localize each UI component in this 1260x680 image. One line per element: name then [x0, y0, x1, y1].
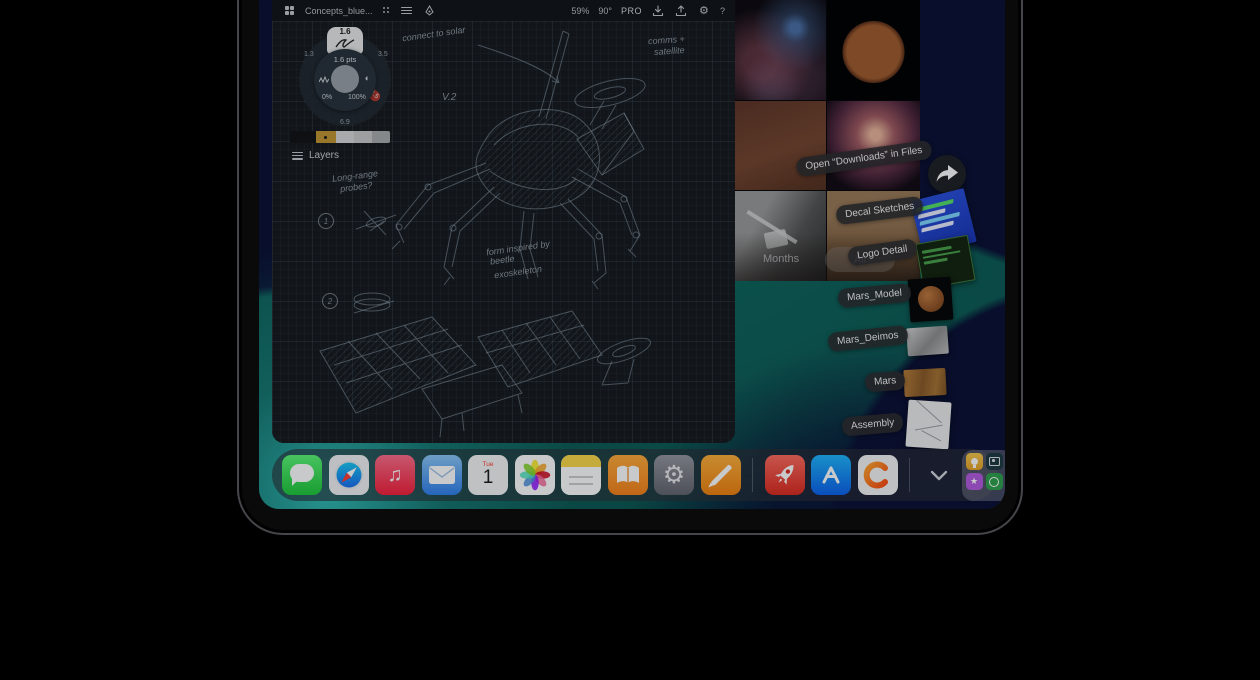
- dock-divider: [752, 458, 753, 492]
- dock-app-music[interactable]: ♫: [375, 455, 415, 495]
- calendar-day: 1: [468, 468, 508, 487]
- dock-app-safari[interactable]: [329, 455, 369, 495]
- dock-app-appstore[interactable]: [811, 455, 851, 495]
- lightbulb-icon: [971, 458, 978, 465]
- page-background: Concepts_blue... 59% 90° PRO: [0, 0, 1260, 680]
- dock-app-calendar[interactable]: Tue 1: [468, 455, 508, 495]
- photos-flower-icon: [519, 459, 551, 491]
- mini-app-clock[interactable]: [986, 473, 1003, 490]
- rocket-icon: [765, 455, 805, 495]
- drag-label-mars-model[interactable]: Mars_Model: [837, 283, 911, 308]
- share-arrow-icon: [936, 165, 958, 183]
- dock-collapse-chevron[interactable]: [922, 455, 956, 495]
- drag-and-drop-layer: Open “Downloads” in Files Decal Sketches…: [259, 0, 1005, 509]
- mini-app-tips[interactable]: [966, 453, 983, 470]
- drag-label-mars[interactable]: Mars: [864, 371, 905, 393]
- envelope-flap: [429, 466, 455, 484]
- music-note-icon: ♫: [388, 464, 403, 487]
- drag-label-mars-deimos[interactable]: Mars_Deimos: [827, 325, 908, 352]
- drag-thumb-assembly[interactable]: [905, 400, 951, 450]
- dock-app-mail[interactable]: [422, 455, 462, 495]
- dock-app-photos[interactable]: [515, 455, 555, 495]
- mini-app-camera[interactable]: [986, 453, 1003, 470]
- dock-app-pages[interactable]: [701, 455, 741, 495]
- app-library-stack[interactable]: ★: [962, 450, 1005, 501]
- star-icon: ★: [970, 476, 978, 487]
- notes-line: [569, 483, 593, 485]
- drag-thumb-mars-deimos[interactable]: [906, 326, 949, 357]
- drag-label-open-downloads[interactable]: Open “Downloads” in Files: [795, 140, 932, 178]
- dock: ♫ Tue 1: [272, 449, 997, 501]
- dock-app-messages[interactable]: [282, 455, 322, 495]
- mini-app-favorites[interactable]: ★: [966, 473, 983, 490]
- chevron-down-icon: [930, 470, 948, 481]
- notes-yellow-band: [561, 455, 601, 467]
- drag-label-assembly[interactable]: Assembly: [841, 412, 904, 436]
- ipad-device-frame: Concepts_blue... 59% 90° PRO: [237, 0, 1023, 535]
- dock-divider: [909, 458, 910, 492]
- notes-line: [569, 476, 593, 478]
- pen-icon: [710, 464, 732, 486]
- settings-gear-glyph: ⚙: [663, 460, 685, 490]
- drag-label-logo-detail[interactable]: Logo Detail: [847, 238, 918, 266]
- dock-app-books[interactable]: [608, 455, 648, 495]
- camera-icon: [989, 457, 1000, 466]
- share-arrow-button[interactable]: [928, 155, 966, 193]
- dock-app-notes[interactable]: [561, 455, 601, 495]
- drag-thumb-mars-model[interactable]: [908, 277, 954, 323]
- speech-bubble-icon: [290, 464, 314, 482]
- safari-compass-icon: [329, 455, 369, 495]
- dock-app-rocket[interactable]: [765, 455, 805, 495]
- open-book-icon: [608, 455, 648, 495]
- appstore-a-icon: [811, 455, 851, 495]
- drag-thumb-mars[interactable]: [903, 368, 946, 397]
- concepts-c-icon: [858, 455, 898, 495]
- ipad-screen: Concepts_blue... 59% 90° PRO: [259, 0, 1005, 509]
- dock-app-settings[interactable]: ⚙: [654, 455, 694, 495]
- clock-icon: [989, 477, 999, 487]
- drag-label-decal-sketches[interactable]: Decal Sketches: [835, 196, 924, 226]
- dock-app-concepts[interactable]: [858, 455, 898, 495]
